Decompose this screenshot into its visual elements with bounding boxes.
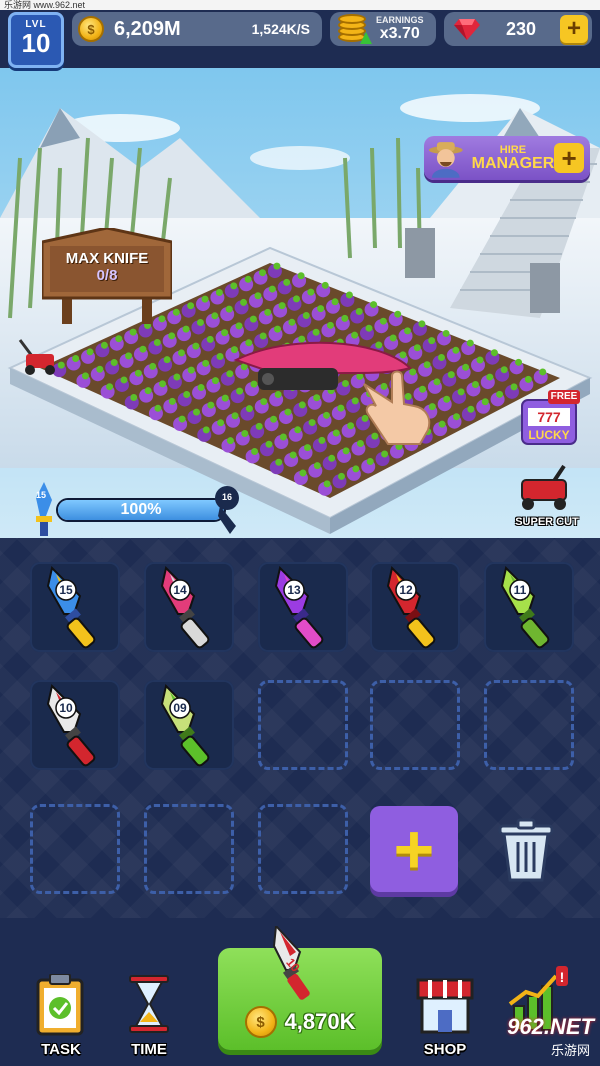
knife-slot[interactable]: 15 (30, 562, 120, 652)
buy-price: $ 4,870K (218, 1006, 382, 1038)
knife-icon (386, 566, 436, 649)
knife-level: 12 (399, 583, 413, 597)
empty-slot[interactable] (484, 680, 574, 770)
coin-stack-icon (336, 14, 372, 44)
watermark-text: 962.NET (507, 1014, 594, 1039)
empty-slot[interactable] (258, 804, 348, 894)
knife-icon (160, 684, 210, 767)
hand-pointer-icon (363, 370, 431, 445)
earnings-value: x3.70 (379, 25, 420, 42)
money-counter: $ 6,209M 1,524K/S (72, 12, 322, 46)
lawnmower-icon (18, 339, 55, 375)
sign-title: MAX KNIFE (65, 250, 149, 267)
level-value: 10 (21, 28, 51, 58)
knife-slot[interactable]: 12 (370, 562, 460, 652)
watermark-logo: 962.NET 乐游网 (464, 1014, 594, 1060)
hire-label: HIRE (499, 143, 527, 156)
lucky-free-label: FREE (550, 391, 578, 402)
add-gems-button[interactable]: + (560, 15, 588, 43)
progress-text: 100% (120, 501, 162, 518)
knife-level: 14 (173, 583, 187, 597)
knife-icon (274, 566, 324, 649)
svg-text:!: ! (560, 969, 565, 985)
add-slot-button[interactable]: + (370, 806, 458, 892)
trash-icon[interactable] (496, 818, 556, 884)
super-cut-label: SUPER CUT (515, 516, 579, 528)
money-rate: 1,524K/S (251, 21, 310, 37)
knife-slot[interactable]: 10 (30, 680, 120, 770)
sign-count: 0/8 (96, 267, 118, 284)
progress-from-level: 15 (36, 490, 47, 500)
knife-slot[interactable]: 14 (144, 562, 234, 652)
manager-label: MANAGER (471, 154, 555, 172)
gem-amount: 230 (506, 18, 537, 39)
top-status-bar: LVL 10 $ 6,209M 1,524K/S EARNINGS x3.70 … (0, 10, 600, 68)
knife-icon (46, 566, 96, 649)
empty-slot[interactable] (370, 680, 460, 770)
money-amount: 6,209M (114, 17, 181, 40)
coin-icon: $ (244, 1006, 277, 1038)
hire-manager-button[interactable]: HIRE MANAGER + (424, 136, 590, 180)
lucky-slot-text: 777 (537, 409, 561, 425)
merge-grid: 15 14 13 12 11 10 09 + (0, 538, 600, 918)
knife-level: 10 (59, 701, 73, 715)
buy-price-value: 4,870K (284, 1009, 356, 1034)
coin-icon: $ (78, 16, 104, 42)
super-cut-mower-icon (521, 464, 567, 510)
gem-counter: 230 + (444, 12, 592, 46)
site-watermark-bar: 乐游网 www.962.net (0, 0, 600, 10)
knife-icon (500, 566, 550, 649)
knife-level: 13 (287, 583, 301, 597)
ruby-gem-icon (454, 19, 480, 40)
next-knife-icon (215, 486, 239, 534)
knife-icon (46, 684, 96, 767)
level-badge[interactable]: LVL 10 (8, 12, 64, 68)
knife-slot[interactable]: 13 (258, 562, 348, 652)
task-label: TASK (41, 1041, 81, 1058)
manager-avatar-icon (428, 142, 463, 178)
lucky-label: LUCKY (528, 428, 570, 442)
merge-progress: 15 100% 16 (30, 482, 242, 538)
earnings-label: EARNINGS (376, 15, 424, 25)
hourglass-icon (129, 975, 169, 1033)
earnings-multiplier[interactable]: EARNINGS x3.70 (330, 12, 436, 46)
knife-slot[interactable]: 11 (484, 562, 574, 652)
knife-level: 09 (173, 701, 187, 715)
knife-slot[interactable]: 09 (144, 680, 234, 770)
empty-slot[interactable] (258, 680, 348, 770)
knife-level: 11 (513, 583, 527, 597)
knife-icon (160, 566, 210, 649)
watermark-sub: 乐游网 (550, 1043, 590, 1058)
lucky-slot-button[interactable]: FREE 777 LUCKY (518, 390, 582, 450)
plus-icon: + (393, 810, 435, 888)
clipboard-icon (36, 973, 84, 1036)
sign-text: MAX KNIFE 0/8 (52, 250, 162, 284)
hire-plus-icon: + (554, 143, 584, 173)
knife-level: 15 (59, 583, 73, 597)
empty-slot[interactable] (30, 804, 120, 894)
empty-slot[interactable] (144, 804, 234, 894)
time-button[interactable]: TIME (114, 974, 184, 1058)
bottom-bar: TASK TIME 10 $ 4,870K SHOP ! 962.NET 乐游网 (0, 918, 600, 1066)
time-label: TIME (131, 1041, 167, 1058)
progress-to-level: 16 (221, 492, 232, 502)
task-button[interactable]: TASK (26, 973, 96, 1058)
buy-knife-button[interactable]: 10 $ 4,870K (218, 926, 382, 1050)
super-cut-button[interactable]: SUPER CUT (508, 462, 586, 528)
